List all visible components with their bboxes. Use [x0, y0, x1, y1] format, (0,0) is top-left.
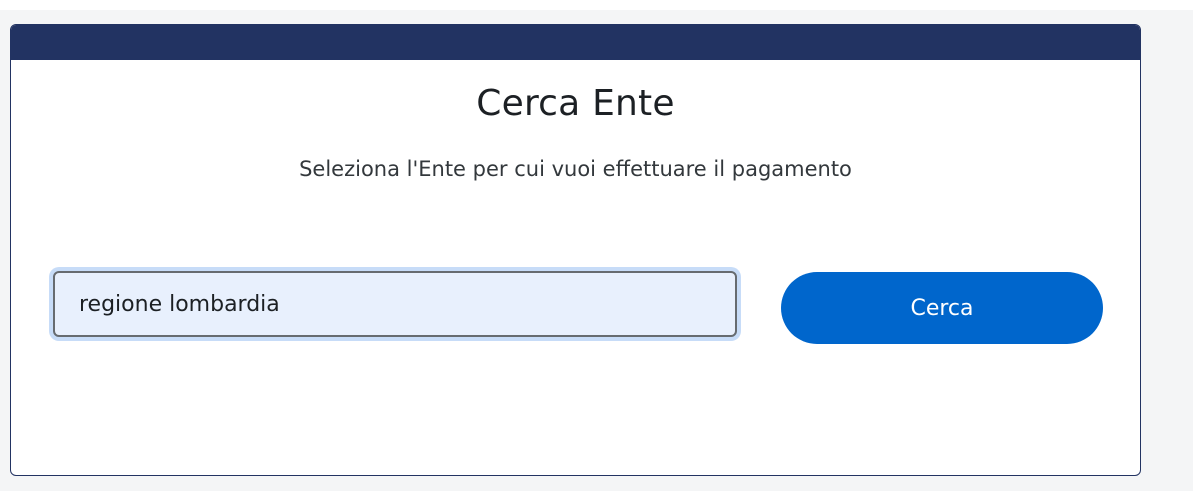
- search-entity-card: Cerca Ente Seleziona l'Ente per cui vuoi…: [10, 24, 1141, 476]
- search-button[interactable]: Cerca: [781, 272, 1103, 344]
- card-header-bar: [11, 25, 1140, 60]
- page-title: Cerca Ente: [476, 83, 675, 124]
- page: Cerca Ente Seleziona l'Ente per cui vuoi…: [0, 0, 1193, 491]
- search-input[interactable]: [53, 271, 737, 337]
- page-subtitle: Seleziona l'Ente per cui vuoi effettuare…: [299, 157, 852, 181]
